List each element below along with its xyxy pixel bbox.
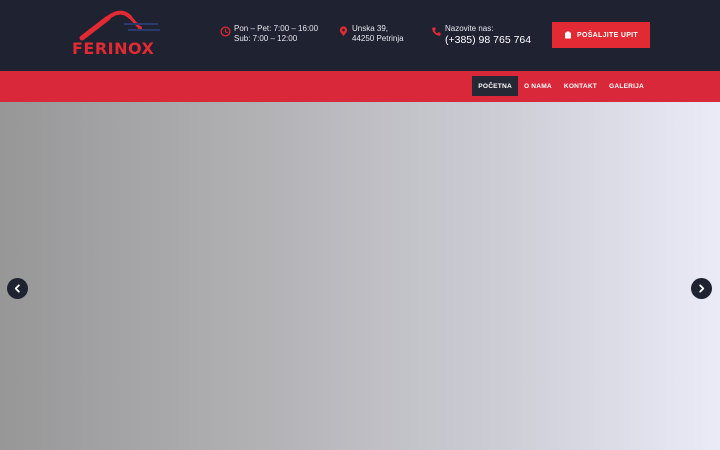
address-city: 44250 Petrinja <box>352 34 404 43</box>
slider-next-button[interactable] <box>691 278 712 299</box>
hero-slider <box>0 102 720 450</box>
phone-number[interactable]: (+385) 98 765 764 <box>445 34 531 47</box>
chevron-left-icon <box>14 284 20 293</box>
top-header: FERINOX Pon – Pet: 7:00 – 16:00 Sub: 7:0… <box>0 0 720 71</box>
clock-icon <box>220 26 231 37</box>
nav-item-kontakt[interactable]: KONTAKT <box>558 76 603 96</box>
nav-item-pocetna[interactable]: POČETNA <box>472 76 518 96</box>
address-street: Unska 39, <box>352 24 389 33</box>
send-inquiry-button[interactable]: POŠALJITE UPIT <box>552 22 650 48</box>
phone-icon <box>432 27 441 36</box>
nav-item-galerija[interactable]: GALERIJA <box>603 76 650 96</box>
hours-saturday: Sub: 7:00 – 12:00 <box>234 34 298 43</box>
nav-item-o-nama[interactable]: O NAMA <box>518 76 558 96</box>
brand-name: FERINOX <box>72 39 155 58</box>
map-pin-icon <box>339 26 348 37</box>
main-navigation: POČETNA O NAMA KONTAKT GALERIJA <box>0 71 720 102</box>
send-inquiry-label: POŠALJITE UPIT <box>577 31 638 39</box>
nav-menu: POČETNA O NAMA KONTAKT GALERIJA <box>472 76 650 96</box>
phone-label: Nazovite nas: <box>445 24 494 33</box>
chevron-right-icon <box>699 284 705 293</box>
hours-weekdays: Pon – Pet: 7:00 – 16:00 <box>234 24 319 33</box>
inquiry-icon <box>565 31 571 39</box>
slider-prev-button[interactable] <box>7 278 28 299</box>
